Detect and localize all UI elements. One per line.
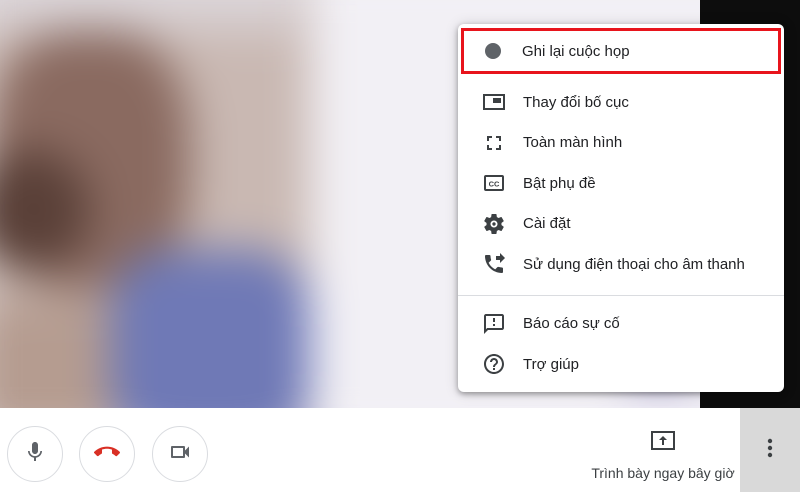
record-dot-icon: [481, 39, 505, 63]
more-options-menu: Ghi lại cuộc họp Thay đổi bố cục Toàn mà…: [458, 24, 784, 392]
present-now-button[interactable]: Trình bày ngay bây giờ: [590, 426, 736, 486]
menu-item-report-problem[interactable]: Báo cáo sự cố: [458, 304, 784, 345]
report-problem-icon: [482, 312, 506, 336]
present-screen-icon: [650, 430, 676, 457]
menu-item-label: Thay đổi bố cục: [523, 93, 629, 111]
menu-item-label: Bật phụ đề: [523, 174, 596, 192]
menu-item-phone-audio[interactable]: Sử dụng điện thoại cho âm thanh: [458, 244, 784, 285]
videocam-icon: [168, 440, 192, 469]
menu-item-label: Trợ giúp: [523, 355, 579, 373]
menu-divider: [458, 294, 784, 296]
menu-item-label: Toàn màn hình: [523, 134, 623, 152]
menu-item-change-layout[interactable]: Thay đổi bố cục: [458, 82, 784, 123]
menu-item-captions[interactable]: CC Bật phụ đề: [458, 163, 784, 204]
hang-up-icon: [94, 439, 120, 470]
menu-item-label: Sử dụng điện thoại cho âm thanh: [523, 255, 745, 273]
call-controls-bar: Trình bày ngay bây giờ: [0, 408, 800, 492]
more-vert-icon: [767, 438, 773, 463]
menu-item-fullscreen[interactable]: Toàn màn hình: [458, 123, 784, 164]
camera-button[interactable]: [152, 426, 208, 482]
menu-item-settings[interactable]: Cài đặt: [458, 204, 784, 245]
more-options-button[interactable]: [740, 408, 800, 492]
captions-icon: CC: [482, 171, 506, 195]
fullscreen-icon: [482, 131, 506, 155]
svg-text:CC: CC: [489, 180, 500, 189]
menu-item-label: Báo cáo sự cố: [523, 315, 620, 333]
menu-item-label: Cài đặt: [523, 215, 571, 233]
menu-item-record-meeting[interactable]: Ghi lại cuộc họp: [461, 28, 781, 74]
gear-icon: [482, 212, 506, 236]
layout-icon: [482, 90, 506, 114]
menu-item-help[interactable]: Trợ giúp: [458, 344, 784, 385]
phone-forward-icon: [482, 252, 506, 276]
hang-up-button[interactable]: [79, 426, 135, 482]
help-icon: [482, 352, 506, 376]
menu-item-label: Ghi lại cuộc họp: [522, 42, 630, 60]
present-now-label: Trình bày ngay bây giờ: [591, 465, 735, 481]
microphone-icon: [23, 440, 47, 469]
microphone-button[interactable]: [7, 426, 63, 482]
